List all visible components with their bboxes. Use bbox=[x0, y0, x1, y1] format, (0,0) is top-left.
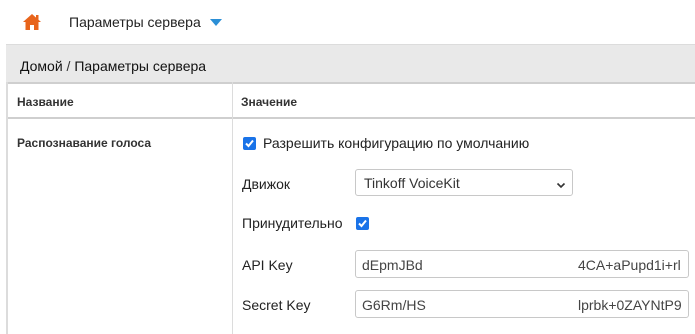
engine-label: Движок bbox=[242, 176, 291, 192]
force-checkbox[interactable] bbox=[356, 217, 369, 230]
breadcrumb-current: Параметры сервера bbox=[74, 58, 207, 74]
caret-down-icon bbox=[209, 19, 222, 26]
api-key-input[interactable]: dEpmJBd 4CA+aPupd1i+rl bbox=[355, 250, 689, 278]
table-header: Название Значение bbox=[8, 82, 695, 119]
secret-key-label: Secret Key bbox=[242, 297, 311, 313]
home-icon[interactable] bbox=[22, 12, 42, 32]
column-divider bbox=[232, 82, 233, 334]
api-key-value-start: dEpmJBd bbox=[362, 257, 423, 273]
column-header-name: Название bbox=[17, 95, 74, 109]
secret-key-value-end: lprbk+0ZAYNtP9 bbox=[578, 297, 682, 313]
column-header-value: Значение bbox=[241, 95, 298, 109]
allow-default-label: Разрешить конфигурацию по умолчанию bbox=[263, 135, 530, 151]
api-key-label: API Key bbox=[242, 257, 293, 273]
section-label-voice: Распознавание голоса bbox=[17, 136, 152, 150]
secret-key-input[interactable]: G6Rm/HS lprbk+0ZAYNtP9 bbox=[355, 290, 689, 318]
secret-key-value-start: G6Rm/HS bbox=[362, 297, 426, 313]
allow-default-checkbox[interactable] bbox=[243, 137, 256, 150]
force-label: Принудительно bbox=[242, 215, 343, 231]
menu-title: Параметры сервера bbox=[69, 14, 201, 30]
server-settings-menu[interactable]: Параметры сервера bbox=[69, 14, 222, 30]
engine-select-value: Tinkoff VoiceKit bbox=[364, 175, 460, 191]
engine-select[interactable]: Tinkoff VoiceKit bbox=[355, 169, 573, 196]
top-bar: Параметры сервера bbox=[0, 0, 695, 44]
breadcrumb-separator: / bbox=[66, 58, 71, 74]
breadcrumb-home-link[interactable]: Домой bbox=[20, 58, 63, 74]
settings-table: Название Значение Распознавание голоса Р… bbox=[6, 82, 695, 334]
breadcrumb: Домой / Параметры сервера bbox=[6, 44, 695, 83]
chevron-down-icon bbox=[556, 177, 566, 193]
api-key-value-end: 4CA+aPupd1i+rl bbox=[578, 257, 681, 273]
